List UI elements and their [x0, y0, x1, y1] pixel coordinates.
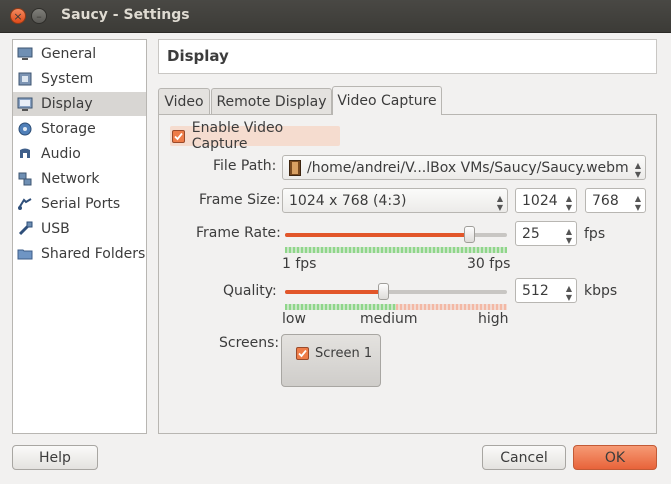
folder-icon: [17, 246, 33, 262]
frame-size-label: Frame Size:: [199, 192, 281, 208]
audio-icon: [17, 146, 33, 162]
screens-list: Screen 1: [281, 334, 381, 387]
enable-video-capture-checkbox[interactable]: Enable Video Capture: [170, 120, 340, 152]
quality-unit: kbps: [584, 283, 618, 299]
combo-arrows-icon: ▲ ▼: [496, 194, 503, 212]
frame-height-value: 768: [592, 192, 619, 209]
quality-slider[interactable]: [285, 281, 507, 305]
display-icon: [17, 96, 33, 112]
cancel-button[interactable]: Cancel: [482, 445, 566, 470]
screen-1-checkbox[interactable]: Screen 1: [294, 346, 372, 361]
quality-scale: [285, 304, 507, 310]
quality-high-label: high: [478, 311, 509, 327]
frame-rate-label: Frame Rate:: [196, 225, 281, 241]
screens-label: Screens:: [219, 335, 280, 351]
sidebar-item-display[interactable]: Display: [13, 92, 146, 116]
spin-arrows-icon[interactable]: ▲ ▼: [635, 194, 641, 212]
spin-arrows-icon[interactable]: ▲ ▼: [566, 227, 572, 245]
sidebar-item-shared-folders[interactable]: Shared Folders: [13, 242, 146, 266]
sidebar-item-usb[interactable]: USB: [13, 217, 146, 241]
ok-button-label: OK: [604, 449, 626, 466]
quality-medium-label: medium: [360, 311, 418, 327]
minimize-window-button[interactable]: –: [31, 8, 47, 24]
sidebar-item-label: USB: [41, 221, 70, 237]
sidebar-item-label: System: [41, 71, 94, 87]
combo-arrows-icon: ▲ ▼: [634, 161, 641, 179]
sidebar-item-label: Shared Folders: [41, 246, 146, 262]
slider-handle[interactable]: [464, 226, 475, 243]
sidebar-item-serial-ports[interactable]: Serial Ports: [13, 192, 146, 216]
page-title: Display: [167, 47, 229, 65]
sidebar-item-label: Audio: [41, 146, 81, 162]
sidebar-item-general[interactable]: General: [13, 42, 146, 66]
storage-icon: [17, 121, 33, 137]
frame-rate-unit: fps: [584, 226, 606, 242]
frame-size-select[interactable]: 1024 x 768 (4:3) ▲ ▼: [282, 188, 508, 213]
frame-width-value: 1024: [522, 192, 558, 209]
quality-spinbox[interactable]: 512 ▲ ▼: [515, 278, 577, 303]
frame-rate-max-label: 30 fps: [467, 256, 511, 272]
monitor-icon: [17, 46, 33, 62]
slider-fill: [285, 290, 383, 294]
help-button[interactable]: Help: [12, 445, 98, 470]
film-icon: [289, 159, 301, 176]
settings-window: × – Saucy - Settings General System Disp…: [0, 0, 671, 484]
window-title: Saucy - Settings: [61, 7, 190, 23]
page-title-box: Display: [158, 39, 657, 74]
frame-rate-value: 25: [522, 225, 540, 242]
spin-arrows-icon[interactable]: ▲ ▼: [566, 284, 572, 302]
frame-height-spinbox[interactable]: 768 ▲ ▼: [585, 188, 646, 213]
chip-icon: [17, 71, 33, 87]
sidebar-item-storage[interactable]: Storage: [13, 117, 146, 141]
tab-remote-display[interactable]: Remote Display: [211, 88, 332, 114]
checkbox-checked-icon: [172, 129, 185, 143]
sidebar-item-label: Serial Ports: [41, 196, 121, 212]
scale-band-high: [396, 304, 507, 310]
settings-sidebar: General System Display Storage Audio Net…: [12, 39, 147, 434]
sidebar-item-label: Network: [41, 171, 100, 187]
usb-icon: [17, 221, 33, 237]
frame-size-value: 1024 x 768 (4:3): [289, 192, 407, 209]
frame-rate-min-label: 1 fps: [282, 256, 317, 272]
serial-port-icon: [17, 196, 33, 212]
title-bar[interactable]: × – Saucy - Settings: [0, 0, 671, 33]
slider-fill: [285, 233, 469, 237]
sidebar-item-label: General: [41, 46, 97, 62]
sidebar-item-label: Storage: [41, 121, 96, 137]
close-window-button[interactable]: ×: [10, 8, 26, 24]
ok-button[interactable]: OK: [573, 445, 657, 470]
file-path-value: /home/andrei/V...lBox VMs/Saucy/Saucy.we…: [307, 159, 629, 176]
file-path-selector[interactable]: /home/andrei/V...lBox VMs/Saucy/Saucy.we…: [282, 155, 646, 180]
scale-band-good: [285, 247, 507, 253]
frame-rate-scale: [285, 247, 507, 253]
quality-label: Quality:: [223, 283, 277, 299]
sidebar-item-audio[interactable]: Audio: [13, 142, 146, 166]
checkbox-checked-icon: [296, 347, 309, 360]
cancel-button-label: Cancel: [500, 449, 548, 466]
spin-arrows-icon[interactable]: ▲ ▼: [566, 194, 572, 212]
frame-rate-spinbox[interactable]: 25 ▲ ▼: [515, 221, 577, 246]
screen-1-label: Screen 1: [315, 346, 373, 361]
sidebar-item-label: Display: [41, 96, 93, 112]
slider-handle[interactable]: [378, 283, 389, 300]
quality-low-label: low: [282, 311, 306, 327]
help-button-label: Help: [39, 449, 71, 466]
tab-video-capture[interactable]: Video Capture: [332, 86, 442, 115]
frame-width-spinbox[interactable]: 1024 ▲ ▼: [515, 188, 577, 213]
network-icon: [17, 171, 33, 187]
scale-band-good: [285, 304, 396, 310]
sidebar-item-system[interactable]: System: [13, 67, 146, 91]
enable-video-capture-label: Enable Video Capture: [191, 120, 284, 152]
frame-rate-slider[interactable]: [285, 224, 507, 248]
quality-value: 512: [522, 282, 549, 299]
sidebar-item-network[interactable]: Network: [13, 167, 146, 191]
tab-video[interactable]: Video: [158, 88, 210, 114]
file-path-label: File Path:: [213, 158, 277, 174]
